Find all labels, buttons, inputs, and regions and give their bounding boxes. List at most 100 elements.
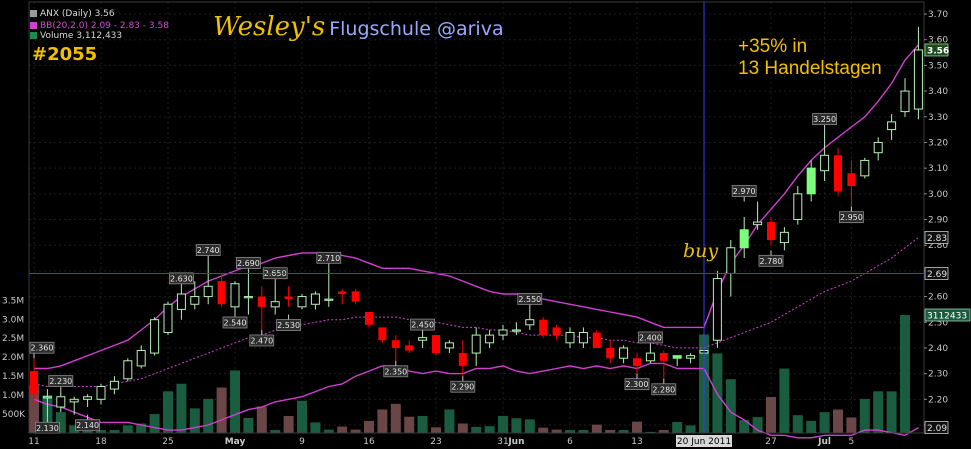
brand-name: Wesley's <box>213 12 326 42</box>
volume-bar <box>524 419 535 433</box>
candle-body <box>324 298 334 301</box>
volume-bar <box>122 425 133 433</box>
price-legend-icon <box>30 10 37 17</box>
candle-body <box>365 311 373 325</box>
volume-bar <box>417 415 428 433</box>
gain-note-line1: +35% in <box>738 36 808 57</box>
candle-body <box>806 167 816 195</box>
price-marker-label: 3.56 <box>927 46 949 56</box>
candle-body <box>873 141 883 154</box>
candle-body <box>525 319 535 326</box>
volume-bar <box>297 400 307 433</box>
candle-body <box>351 291 360 302</box>
callout-label: 2.360 <box>31 344 54 353</box>
callout-label: 2.950 <box>840 213 863 222</box>
volume-bar <box>457 423 468 433</box>
x-tick-label: 16 <box>363 437 375 447</box>
callout-label: 2.280 <box>652 385 675 394</box>
x-tick-label: 6 <box>567 437 573 447</box>
volume-tick-label: 2.5M <box>2 334 24 344</box>
candle-body <box>793 193 803 220</box>
price-tick-label: 2.40 <box>928 344 948 354</box>
volume-bar <box>323 429 334 433</box>
candle-body <box>310 293 320 305</box>
volume-bar <box>819 412 830 433</box>
x-tick-label: 20 Jun 2011 <box>677 437 731 447</box>
candle-body <box>123 360 133 380</box>
candle-body <box>686 355 696 359</box>
candle-body <box>136 350 146 367</box>
candle-body <box>444 342 454 349</box>
candle-body <box>42 396 52 399</box>
candle-body <box>96 385 106 400</box>
price-tick-label: 3.40 <box>928 87 948 97</box>
candle-body <box>592 332 601 348</box>
callout-label: 2.230 <box>49 377 72 386</box>
volume-bar <box>176 383 187 433</box>
candle-body <box>511 329 521 332</box>
price-tick-label: 3.70 <box>928 10 948 20</box>
candle-body <box>190 296 200 305</box>
candle-body <box>217 281 226 305</box>
volume-tick-label: 1.0M <box>2 391 24 401</box>
candle-body <box>712 278 722 341</box>
volume-bar <box>833 409 843 433</box>
volume-bar <box>511 418 522 433</box>
callout-label: 2.130 <box>36 424 59 433</box>
ticker-line: ANX (Daily) 3.56 <box>40 9 115 19</box>
candle-body <box>270 301 280 308</box>
callout-label: 2.630 <box>170 274 193 283</box>
x-tick-label: 25 <box>162 437 173 447</box>
volume-bar <box>779 368 790 433</box>
callout-label: 2.970 <box>733 187 756 196</box>
bollinger-legend-icon <box>30 22 37 29</box>
price-tick-label: 3.30 <box>928 113 948 123</box>
candle-body <box>753 221 763 226</box>
candle-body <box>847 173 856 187</box>
candle-body <box>405 345 414 351</box>
volume-bar <box>792 415 803 433</box>
x-tick-label: 31 <box>497 437 508 447</box>
volume-bar <box>846 417 857 433</box>
callout-label: 2.550 <box>518 295 541 304</box>
candle-body <box>726 247 736 274</box>
callout-label: 2.530 <box>277 321 300 330</box>
gain-note-line2: 13 Handelstagen <box>738 58 882 79</box>
volume-bar <box>431 427 441 433</box>
candle-body <box>672 355 682 359</box>
volume-bar <box>498 415 508 433</box>
volume-line: Volume 3,112,433 <box>40 31 123 41</box>
volume-legend: Volume 3,112,433 <box>30 31 122 41</box>
callout-label: 2.290 <box>451 383 474 392</box>
candle-body <box>860 159 870 177</box>
volume-bar <box>538 427 549 433</box>
volume-bar <box>672 422 683 433</box>
volume-bar <box>551 429 562 433</box>
candle-body <box>779 231 789 244</box>
candle-body <box>739 229 749 249</box>
candle-body <box>69 398 79 403</box>
brand-title: Wesley's Flugschule @ariva <box>213 12 504 42</box>
volume-bar <box>685 425 696 433</box>
callout-label: 2.350 <box>384 367 407 376</box>
price-tick-label: 3.20 <box>928 138 948 148</box>
x-tick-label: 23 <box>430 437 441 447</box>
price-tick-label: 3.50 <box>928 61 948 71</box>
candle-body <box>565 332 575 344</box>
price-marker-label: 2.83 <box>927 234 947 244</box>
candle-body <box>485 334 495 344</box>
volume-bar <box>873 391 884 433</box>
candle-body <box>820 154 830 172</box>
candle-body <box>56 396 66 408</box>
volume-bar <box>350 429 361 433</box>
volume-bar <box>230 370 240 433</box>
volume-bar <box>591 424 602 433</box>
candle-body <box>471 334 481 354</box>
callout-label: 3.250 <box>813 115 836 124</box>
bollinger-legend: BB(20,2.0) 2.09 - 2.83 - 3.58 <box>30 21 169 31</box>
volume-bar <box>310 422 321 433</box>
candle-body <box>659 353 668 361</box>
candle-body <box>606 347 615 359</box>
candle-body <box>163 303 173 334</box>
candle-body <box>432 335 440 354</box>
